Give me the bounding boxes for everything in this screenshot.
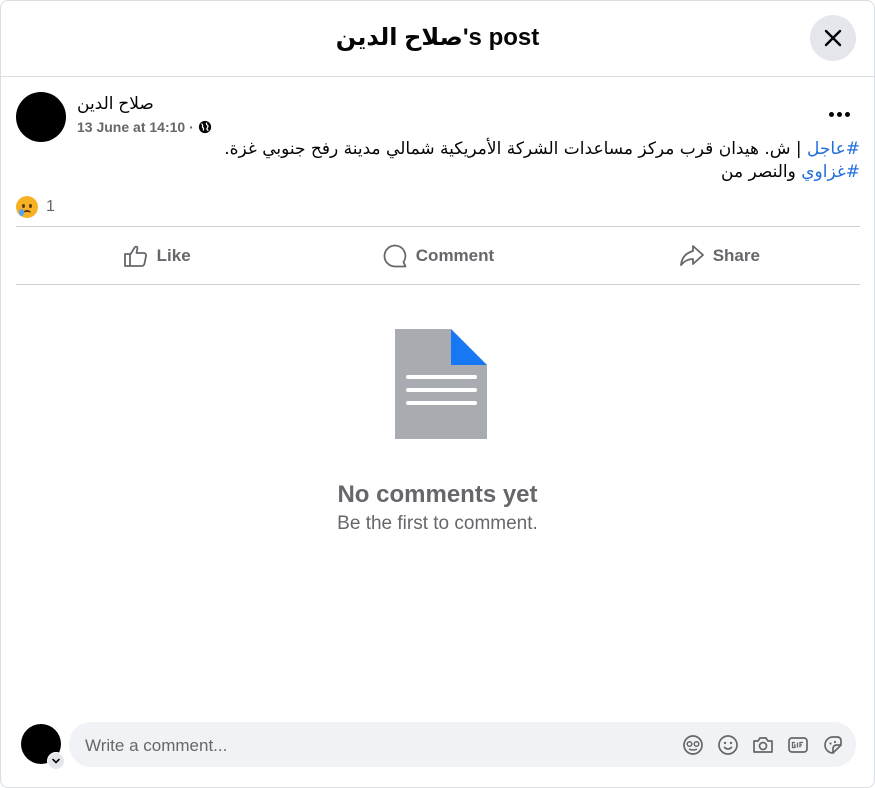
post-body: #عاجل | ش. هيدان قرب مركز مساعدات الشركة…	[20, 138, 860, 184]
comment-composer	[69, 722, 856, 769]
post-line-text: | ش. هيدان قرب مركز مساعدات الشركة الأمر…	[224, 139, 808, 159]
avatar-sticker-icon[interactable]	[681, 733, 705, 757]
post-options-button[interactable]	[827, 106, 851, 122]
close-button[interactable]	[810, 15, 856, 61]
comment-icon	[383, 244, 407, 267]
share-label: Share	[712, 245, 760, 265]
meta-separator: ·	[189, 119, 194, 135]
post-dialog: صلاح الدين's post صلاح الدين 13 June at …	[0, 0, 875, 788]
post-meta: 13 June at 14:10 ·	[77, 119, 212, 135]
hashtag-link[interactable]: #غزاوي	[801, 162, 860, 182]
reaction-count: 1	[46, 198, 55, 215]
emoji-icon[interactable]	[716, 733, 740, 757]
hashtag-link[interactable]: #عاجل	[807, 139, 860, 159]
more-dot	[844, 111, 850, 117]
profile-switch-badge[interactable]	[47, 752, 65, 770]
author-name[interactable]: صلاح الدين	[77, 94, 154, 114]
post-timestamp[interactable]: 13 June at 14:10	[77, 119, 185, 135]
globe-icon	[198, 120, 211, 134]
post-line-1: #عاجل | ش. هيدان قرب مركز مساعدات الشركة…	[20, 138, 860, 161]
post-line-text: والنصر من	[721, 162, 802, 182]
empty-state-title: No comments yet	[337, 481, 538, 508]
post-actions: Like Comment Share	[16, 227, 860, 284]
divider	[16, 284, 860, 285]
dialog-title: صلاح الدين's post	[335, 24, 540, 51]
share-icon	[679, 244, 704, 266]
like-label: Like	[156, 245, 191, 265]
comment-button[interactable]: Comment	[297, 227, 578, 284]
share-button[interactable]: Share	[579, 227, 860, 284]
comment-input[interactable]	[83, 722, 647, 769]
like-button[interactable]: Like	[16, 227, 297, 284]
gif-icon[interactable]	[786, 733, 810, 757]
reactions-summary[interactable]: 1	[16, 196, 55, 218]
post-line-2: #غزاوي والنصر من	[20, 161, 860, 184]
camera-icon[interactable]	[751, 733, 775, 757]
close-icon	[824, 29, 842, 47]
thumbs-up-icon	[123, 245, 147, 267]
more-dot	[828, 111, 834, 117]
chevron-down-icon	[52, 758, 60, 764]
author-avatar[interactable]	[16, 92, 66, 142]
empty-state-subtitle: Be the first to comment.	[337, 513, 538, 534]
more-dot	[836, 111, 842, 117]
sticker-icon[interactable]	[821, 733, 845, 757]
sad-reaction-icon	[16, 196, 38, 218]
comment-label: Comment	[415, 245, 495, 265]
dialog-header: صلاح الدين's post	[1, 1, 874, 77]
document-icon	[395, 329, 487, 439]
